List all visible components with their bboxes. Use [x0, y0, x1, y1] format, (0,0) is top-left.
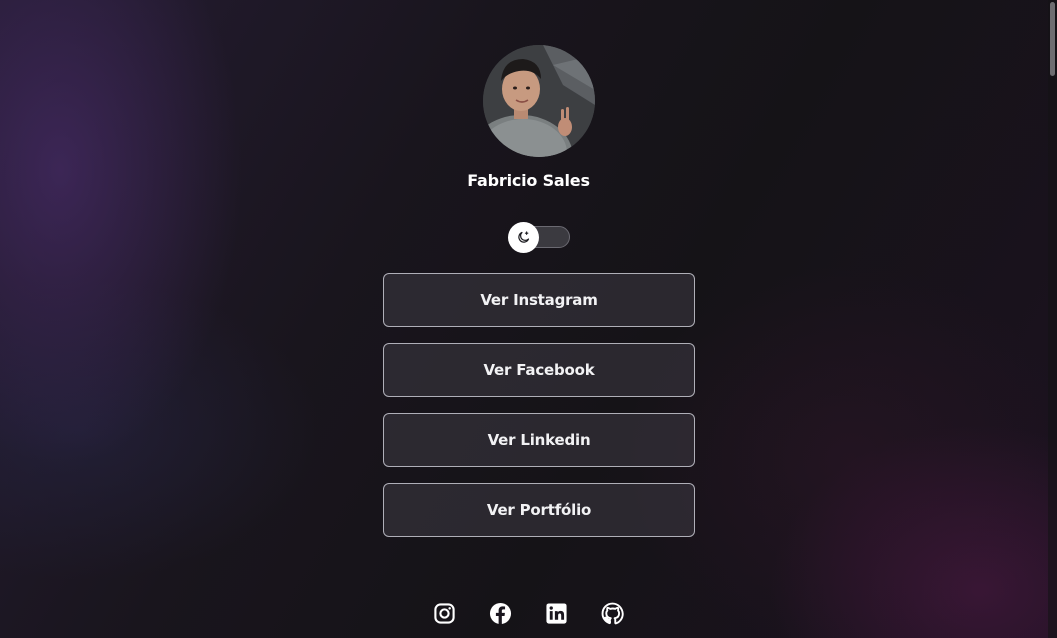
instagram-link-button[interactable]: Ver Instagram [383, 273, 695, 327]
linkedin-link-button[interactable]: Ver Linkedin [383, 413, 695, 467]
social-icons [0, 601, 1057, 625]
avatar [483, 45, 595, 157]
toggle-knob[interactable] [508, 222, 539, 253]
scrollbar-thumb[interactable] [1050, 2, 1055, 76]
portfolio-link-button[interactable]: Ver Portfólio [383, 483, 695, 537]
profile-name: Fabricio Sales [467, 171, 590, 190]
instagram-icon[interactable] [433, 601, 457, 625]
scrollbar[interactable] [1048, 0, 1057, 638]
linkedin-icon[interactable] [545, 601, 569, 625]
profile-photo [483, 45, 595, 157]
github-icon[interactable] [601, 601, 625, 625]
link-list: Ver Instagram Ver Facebook Ver Linkedin … [383, 273, 695, 553]
page: Fabricio Sales Ver Instagram Ver Faceboo… [0, 0, 1057, 638]
moon-icon [518, 231, 530, 243]
facebook-icon[interactable] [489, 601, 513, 625]
facebook-link-button[interactable]: Ver Facebook [383, 343, 695, 397]
theme-toggle[interactable] [508, 222, 571, 253]
